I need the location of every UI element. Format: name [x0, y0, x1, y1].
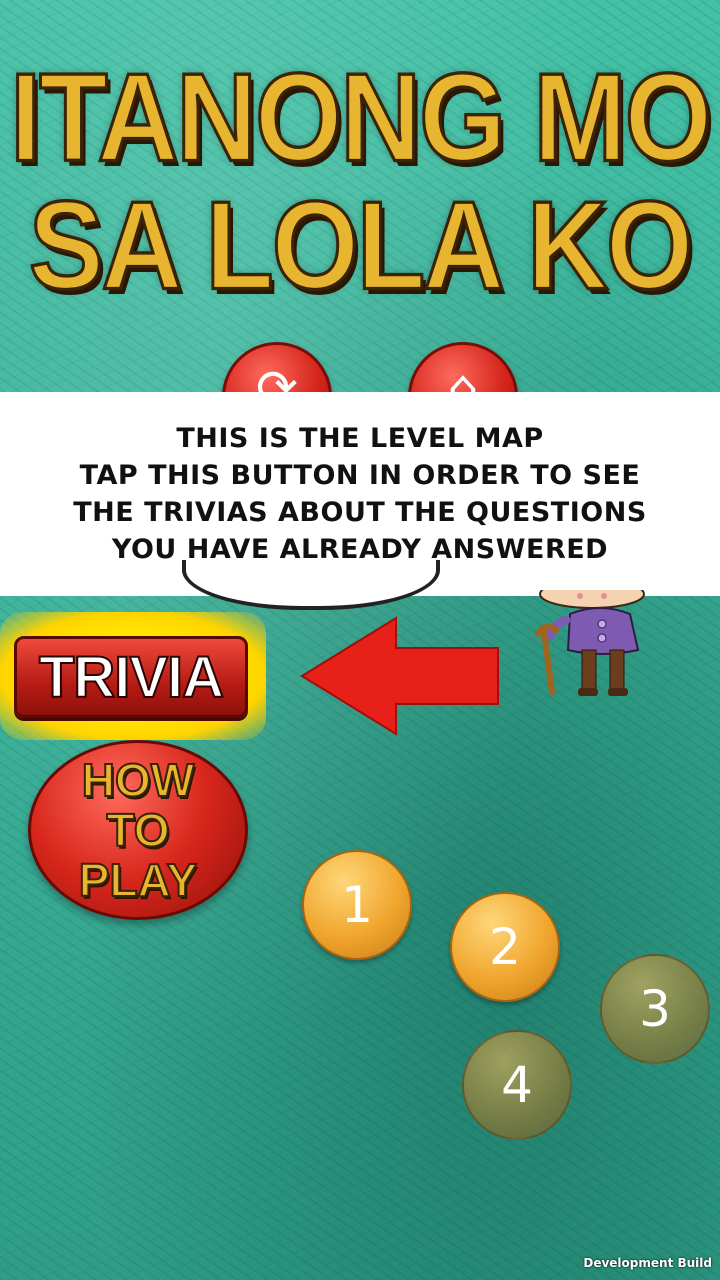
lola-character	[535, 590, 645, 696]
how-to-play-line-1: HOW	[81, 754, 195, 806]
level-1-button[interactable]: 1	[302, 850, 412, 960]
trivia-button[interactable]: TRIVIA	[14, 636, 248, 718]
how-to-play-line-3: PLAY	[78, 854, 198, 906]
game-title-line-2: SA LOLA KO	[27, 175, 694, 316]
pointer-arrow-icon	[300, 616, 499, 736]
game-title-line-1: ITANONG MO	[9, 47, 714, 188]
level-3-button[interactable]: 3	[600, 954, 710, 1064]
tutorial-line-3: THE TRIVIAS ABOUT THE QUESTIONS	[73, 497, 647, 528]
tutorial-line-2: TAP THIS BUTTON IN ORDER TO SEE	[79, 460, 641, 491]
development-build-label: Development Build	[583, 1256, 712, 1270]
level-2-button[interactable]: 2	[450, 892, 560, 1002]
tutorial-line-1: THIS IS THE LEVEL MAP	[176, 423, 544, 454]
how-to-play-button[interactable]: HOW TO PLAY	[28, 740, 248, 920]
how-to-play-line-2: TO	[105, 804, 170, 856]
level-4-button[interactable]: 4	[462, 1030, 572, 1140]
